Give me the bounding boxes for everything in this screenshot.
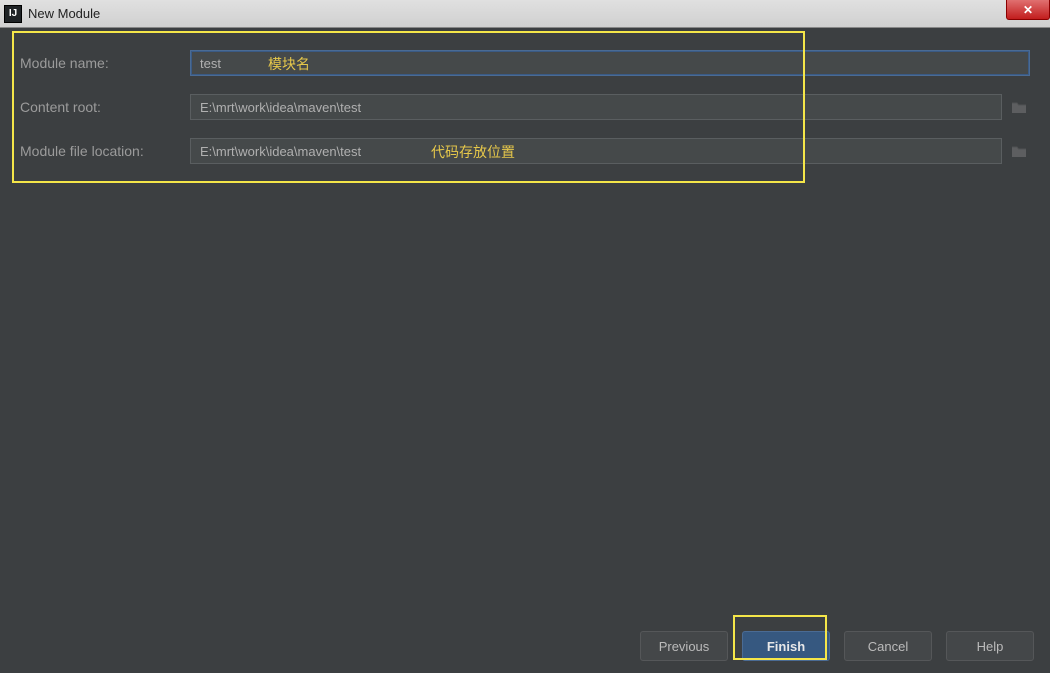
help-button[interactable]: Help: [946, 631, 1034, 661]
input-wrap-module-file-location: 代码存放位置: [190, 138, 1030, 164]
input-wrap-content-root: [190, 94, 1030, 120]
previous-button[interactable]: Previous: [640, 631, 728, 661]
row-content-root: Content root:: [20, 94, 1030, 120]
label-content-root: Content root:: [20, 99, 190, 115]
browse-content-root-button[interactable]: [1008, 96, 1030, 118]
folder-icon: [1011, 100, 1027, 114]
folder-icon: [1011, 144, 1027, 158]
module-file-location-input[interactable]: [190, 138, 1002, 164]
module-name-input[interactable]: [190, 50, 1030, 76]
row-module-name: Module name: 模块名: [20, 50, 1030, 76]
label-module-file-location: Module file location:: [20, 143, 190, 159]
window-title: New Module: [28, 6, 100, 21]
browse-module-file-location-button[interactable]: [1008, 140, 1030, 162]
titlebar: IJ New Module ✕: [0, 0, 1050, 28]
finish-button[interactable]: Finish: [742, 631, 830, 661]
cancel-button[interactable]: Cancel: [844, 631, 932, 661]
close-icon: ✕: [1023, 3, 1033, 17]
button-bar: Previous Finish Cancel Help: [640, 631, 1034, 661]
input-wrap-module-name: 模块名: [190, 50, 1030, 76]
dialog-content: Module name: 模块名 Content root: Module fi…: [0, 28, 1050, 613]
close-button[interactable]: ✕: [1006, 0, 1050, 20]
label-module-name: Module name:: [20, 55, 190, 71]
row-module-file-location: Module file location: 代码存放位置: [20, 138, 1030, 164]
content-root-input[interactable]: [190, 94, 1002, 120]
app-icon: IJ: [4, 5, 22, 23]
